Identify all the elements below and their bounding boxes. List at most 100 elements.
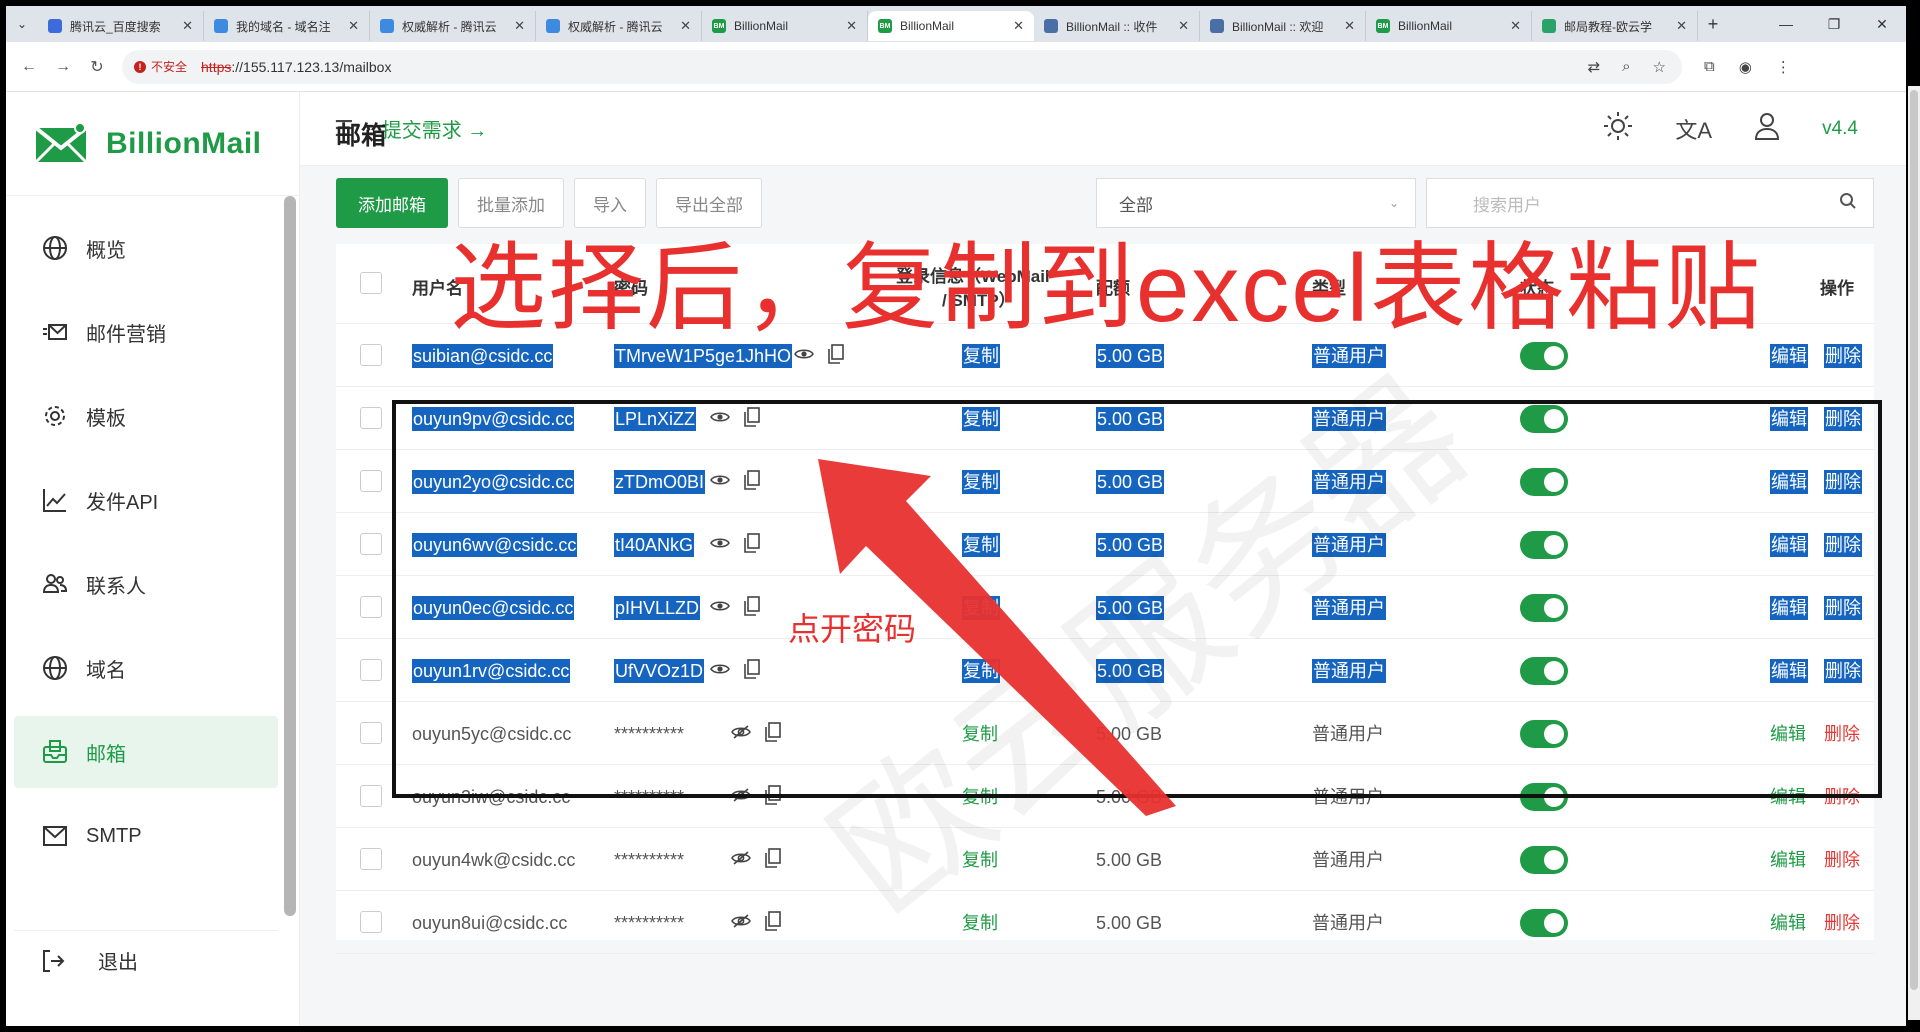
copy-password-icon[interactable]: [744, 407, 760, 432]
sidebar-item[interactable]: 联系人: [14, 548, 278, 620]
browser-tab[interactable]: 权威解析 - 腾讯云 ✕: [370, 11, 536, 41]
row-checkbox[interactable]: [360, 785, 382, 807]
row-checkbox[interactable]: [360, 722, 382, 744]
sidebar-scrollbar[interactable]: [284, 196, 296, 916]
table-row[interactable]: ouyun2yo@csidc.cc zTDmO0BI 复制 5.00 GB 普通用户 编辑…: [336, 450, 1874, 513]
row-checkbox[interactable]: [360, 407, 382, 429]
table-row[interactable]: ouyun6wv@csidc.cc tI40ANkG 复制 5.00 GB 普通用户 编辑…: [336, 513, 1874, 576]
eye-off-icon[interactable]: [731, 913, 751, 934]
copy-login-button[interactable]: 复制: [962, 911, 998, 935]
sidebar-item[interactable]: 发件API: [14, 464, 278, 536]
sidebar-item[interactable]: 模板: [14, 380, 278, 452]
browser-menu-icon[interactable]: ⋮: [1776, 58, 1791, 76]
logout-button[interactable]: 退出: [14, 930, 278, 990]
table-row[interactable]: ouyun0ec@csidc.cc pIHVLLZD 复制 5.00 GB 普通用户 编辑…: [336, 576, 1874, 639]
eye-icon[interactable]: [710, 473, 730, 492]
eye-icon[interactable]: [794, 347, 814, 366]
logo[interactable]: BillionMail: [6, 92, 299, 196]
extensions-icon[interactable]: ⧉: [1704, 58, 1715, 76]
copy-password-icon[interactable]: [765, 911, 781, 936]
browser-tab[interactable]: 权威解析 - 腾讯云 ✕: [536, 11, 702, 41]
browser-tab[interactable]: 腾讯云_百度搜索 ✕: [38, 11, 204, 41]
edit-button[interactable]: 编辑: [1770, 344, 1808, 368]
edit-button[interactable]: 编辑: [1770, 911, 1806, 935]
tab-close-icon[interactable]: ✕: [514, 18, 525, 34]
export-all-button[interactable]: 导出全部: [656, 178, 762, 228]
copy-password-icon[interactable]: [744, 470, 760, 495]
tab-close-icon[interactable]: ✕: [680, 18, 691, 34]
theme-sun-icon[interactable]: [1603, 111, 1633, 146]
copy-login-button[interactable]: 复制: [962, 722, 998, 746]
status-toggle[interactable]: [1520, 468, 1568, 496]
eye-icon[interactable]: [710, 599, 730, 618]
status-toggle[interactable]: [1520, 909, 1568, 937]
tab-close-icon[interactable]: ✕: [182, 18, 193, 34]
tab-close-icon[interactable]: ✕: [1344, 18, 1355, 34]
bookmark-star-icon[interactable]: ☆: [1653, 58, 1666, 76]
copy-login-button[interactable]: 复制: [962, 533, 1000, 557]
delete-button[interactable]: 删除: [1824, 848, 1860, 872]
eye-off-icon[interactable]: [731, 724, 751, 745]
edit-button[interactable]: 编辑: [1770, 470, 1808, 494]
table-row[interactable]: ouyun8ui@csidc.cc ********** 复制 5.00 GB 普通用户…: [336, 891, 1874, 954]
edit-button[interactable]: 编辑: [1770, 407, 1808, 431]
new-tab-button[interactable]: +: [1698, 14, 1728, 35]
close-window-icon[interactable]: ✕: [1858, 6, 1906, 42]
back-icon[interactable]: ←: [12, 58, 46, 76]
copy-password-icon[interactable]: [744, 533, 760, 558]
row-checkbox[interactable]: [360, 344, 382, 366]
status-toggle[interactable]: [1520, 342, 1568, 370]
restore-icon[interactable]: ❐: [1810, 6, 1858, 42]
copy-login-button[interactable]: 复制: [962, 848, 998, 872]
status-toggle[interactable]: [1520, 783, 1568, 811]
tab-close-icon[interactable]: ✕: [846, 18, 857, 34]
forward-icon[interactable]: →: [46, 58, 80, 76]
tab-search-icon[interactable]: ⌄: [6, 6, 38, 42]
row-checkbox[interactable]: [360, 533, 382, 555]
table-row[interactable]: ouyun1rv@csidc.cc UfVVOz1D 复制 5.00 GB 普通用户 编辑…: [336, 639, 1874, 702]
profile-icon[interactable]: ◉: [1739, 58, 1752, 76]
select-all-checkbox[interactable]: [360, 272, 382, 294]
edit-button[interactable]: 编辑: [1770, 533, 1808, 557]
copy-password-icon[interactable]: [828, 344, 844, 369]
edit-button[interactable]: 编辑: [1770, 722, 1806, 746]
table-row[interactable]: ouyun4wk@csidc.cc ********** 复制 5.00 GB 普通用户…: [336, 828, 1874, 891]
delete-button[interactable]: 删除: [1824, 596, 1862, 620]
url-bar[interactable]: ! 不安全 https ://155.117.123.13/mailbox ⇄ …: [122, 49, 1682, 84]
import-button[interactable]: 导入: [574, 178, 646, 228]
batch-add-button[interactable]: 批量添加: [458, 178, 564, 228]
table-row[interactable]: ouyun5yc@csidc.cc ********** 复制 5.00 GB 普通用户…: [336, 702, 1874, 765]
status-toggle[interactable]: [1520, 657, 1568, 685]
delete-button[interactable]: 删除: [1824, 344, 1862, 368]
tab-close-icon[interactable]: ✕: [1013, 18, 1024, 34]
browser-tab[interactable]: BM BillionMail ✕: [702, 11, 868, 41]
minimize-icon[interactable]: —: [1762, 6, 1810, 42]
status-toggle[interactable]: [1520, 846, 1568, 874]
browser-tab[interactable]: BM BillionMail ✕: [1366, 11, 1532, 41]
reload-icon[interactable]: ↻: [80, 57, 114, 77]
eye-icon[interactable]: [710, 536, 730, 555]
language-icon[interactable]: 文A: [1675, 113, 1712, 145]
add-mailbox-button[interactable]: 添加邮箱: [336, 178, 448, 228]
sidebar-item[interactable]: 邮件营销: [14, 296, 278, 368]
eye-off-icon[interactable]: [731, 850, 751, 871]
edit-button[interactable]: 编辑: [1770, 848, 1806, 872]
sidebar-item[interactable]: 邮箱: [14, 716, 278, 788]
translate-page-icon[interactable]: ⇄: [1588, 58, 1601, 76]
copy-password-icon[interactable]: [744, 596, 760, 621]
delete-button[interactable]: 删除: [1824, 911, 1860, 935]
row-checkbox[interactable]: [360, 848, 382, 870]
status-toggle[interactable]: [1520, 720, 1568, 748]
edit-button[interactable]: 编辑: [1770, 596, 1808, 620]
page-scrollbar[interactable]: [1908, 86, 1920, 1020]
row-checkbox[interactable]: [360, 659, 382, 681]
status-toggle[interactable]: [1520, 405, 1568, 433]
search-icon[interactable]: [1839, 192, 1857, 215]
user-icon[interactable]: [1754, 112, 1780, 145]
delete-button[interactable]: 删除: [1824, 533, 1862, 557]
delete-button[interactable]: 删除: [1824, 407, 1862, 431]
status-toggle[interactable]: [1520, 594, 1568, 622]
search-input[interactable]: 搜索用户: [1426, 178, 1874, 228]
eye-off-icon[interactable]: [731, 787, 751, 808]
eye-icon[interactable]: [710, 410, 730, 429]
